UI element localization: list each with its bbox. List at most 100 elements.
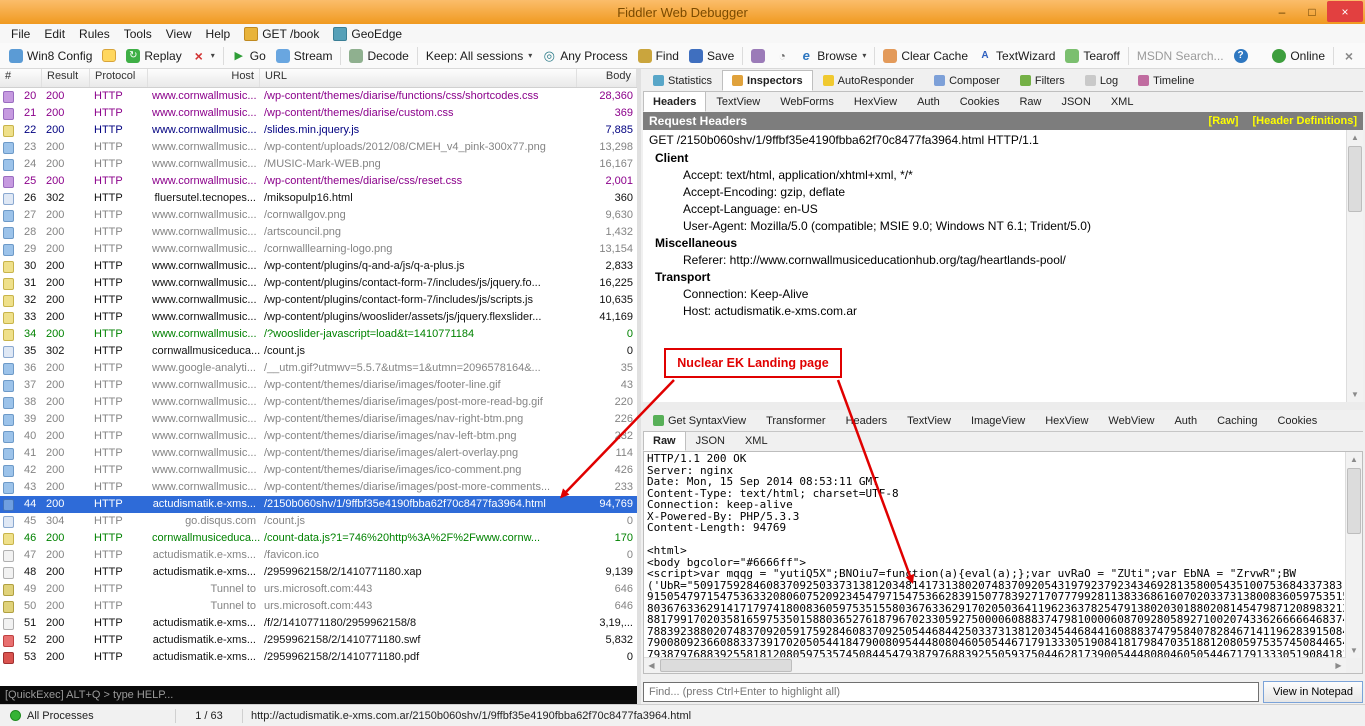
header-section-transport[interactable]: Transport	[647, 269, 1363, 286]
table-row[interactable]: 33200HTTPwww.cornwallmusic.../wp-content…	[0, 309, 637, 326]
tab-statistics[interactable]: Statistics	[643, 70, 722, 91]
scroll-up-icon[interactable]: ▲	[1346, 452, 1362, 467]
tab-autoresponder[interactable]: AutoResponder	[813, 70, 924, 91]
column-header-body[interactable]: Body	[577, 68, 637, 87]
menu-item-file[interactable]: File	[4, 24, 37, 43]
table-row[interactable]: 50200HTTPTunnel tours.microsoft.com:4436…	[0, 598, 637, 615]
table-row[interactable]: 38200HTTPwww.cornwallmusic.../wp-content…	[0, 394, 637, 411]
header-section-client[interactable]: Client	[647, 150, 1363, 167]
response-raw-text[interactable]: HTTP/1.1 200 OK Server: nginx Date: Mon,…	[647, 453, 1344, 657]
request-tab-auth[interactable]: Auth	[907, 91, 950, 112]
close-icon[interactable]: ×	[1327, 1, 1363, 22]
table-row[interactable]: 22200HTTPwww.cornwallmusic.../slides.min…	[0, 122, 637, 139]
column-header-item[interactable]: #	[0, 68, 42, 87]
toolbar-browse-button[interactable]: Browse▾	[794, 47, 871, 65]
comment-icon[interactable]	[97, 47, 121, 64]
request-tab-headers[interactable]: Headers	[643, 91, 706, 112]
tab-filters[interactable]: Filters	[1010, 70, 1075, 91]
menu-item-help[interactable]: Help	[199, 24, 238, 43]
response-tab-auth[interactable]: Auth	[1164, 410, 1207, 431]
column-header-url[interactable]: URL	[260, 68, 577, 87]
header-item[interactable]: User-Agent: Mozilla/5.0 (compatible; MSI…	[647, 218, 1363, 235]
toolbar-win8-config-button[interactable]: Win8 Config	[4, 47, 97, 65]
table-row[interactable]: 53200HTTPactudismatik.e-xms.../295996215…	[0, 649, 637, 666]
response-tab-imageview[interactable]: ImageView	[961, 410, 1035, 431]
clock-icon[interactable]	[770, 47, 794, 65]
menu-item-get-book[interactable]: GET /book	[237, 24, 326, 43]
response-tab-transformer[interactable]: Transformer	[756, 410, 836, 431]
table-row[interactable]: 41200HTTPwww.cornwallmusic.../wp-content…	[0, 445, 637, 462]
scroll-down-icon[interactable]: ▼	[1347, 387, 1363, 402]
toolbar-decode-button[interactable]: Decode	[344, 47, 413, 65]
menu-item-edit[interactable]: Edit	[37, 24, 72, 43]
toolbar-tearoff-button[interactable]: Tearoff	[1060, 47, 1124, 65]
response-tab-get-syntaxview[interactable]: Get SyntaxView	[643, 410, 756, 431]
scroll-thumb[interactable]	[660, 659, 792, 672]
table-row[interactable]: 37200HTTPwww.cornwallmusic.../wp-content…	[0, 377, 637, 394]
response-tab-headers[interactable]: Headers	[836, 410, 898, 431]
raw-link[interactable]: [Raw]	[1209, 115, 1239, 127]
header-definitions-link[interactable]: [Header Definitions]	[1252, 115, 1357, 127]
header-item[interactable]: Accept-Language: en-US	[647, 201, 1363, 218]
table-row[interactable]: 29200HTTPwww.cornwallmusic.../cornwallle…	[0, 241, 637, 258]
request-tab-textview[interactable]: TextView	[706, 91, 770, 112]
response-view-tab-raw[interactable]: Raw	[643, 431, 686, 451]
request-tab-xml[interactable]: XML	[1101, 91, 1144, 112]
table-row[interactable]: 43200HTTPwww.cornwallmusic.../wp-content…	[0, 479, 637, 496]
menu-item-tools[interactable]: Tools	[117, 24, 159, 43]
camera-icon[interactable]	[746, 47, 770, 65]
table-row[interactable]: 32200HTTPwww.cornwallmusic.../wp-content…	[0, 292, 637, 309]
table-row[interactable]: 52200HTTPactudismatik.e-xms.../295996215…	[0, 632, 637, 649]
tab-inspectors[interactable]: Inspectors	[722, 70, 813, 91]
header-item[interactable]: Connection: Keep-Alive	[647, 286, 1363, 303]
column-header-protocol[interactable]: Protocol	[90, 68, 148, 87]
column-header-host[interactable]: Host	[148, 68, 260, 87]
table-row[interactable]: 40200HTTPwww.cornwallmusic.../wp-content…	[0, 428, 637, 445]
response-tab-cookies[interactable]: Cookies	[1267, 410, 1327, 431]
toolbar-go-button[interactable]: Go	[227, 47, 271, 65]
table-row[interactable]: 30200HTTPwww.cornwallmusic.../wp-content…	[0, 258, 637, 275]
table-row[interactable]: 28200HTTPwww.cornwallmusic.../artscounci…	[0, 224, 637, 241]
header-section-miscellaneous[interactable]: Miscellaneous	[647, 235, 1363, 252]
tab-timeline[interactable]: Timeline	[1128, 70, 1204, 91]
table-row[interactable]: 44200HTTPactudismatik.e-xms.../2150b060s…	[0, 496, 637, 513]
tab-log[interactable]: Log	[1075, 70, 1128, 91]
help-icon[interactable]	[1229, 47, 1253, 65]
menu-item-view[interactable]: View	[159, 24, 199, 43]
maximize-icon[interactable]: □	[1297, 1, 1327, 22]
scroll-up-icon[interactable]: ▲	[1347, 130, 1363, 145]
quickexec-input[interactable]: [QuickExec] ALT+Q > type HELP...	[0, 686, 637, 704]
toolbar-online-button[interactable]: Online	[1267, 47, 1330, 65]
request-tab-raw[interactable]: Raw	[1009, 91, 1051, 112]
header-item[interactable]: Referer: http://www.cornwallmusiceducati…	[647, 252, 1363, 269]
request-tab-cookies[interactable]: Cookies	[950, 91, 1010, 112]
table-row[interactable]: 46200HTTPcornwallmusiceduca.../count-dat…	[0, 530, 637, 547]
table-row[interactable]: 48200HTTPactudismatik.e-xms.../295996215…	[0, 564, 637, 581]
table-row[interactable]: 36200HTTPwww.google-analyti.../__utm.gif…	[0, 360, 637, 377]
toolbar-any-process-button[interactable]: Any Process	[537, 47, 632, 65]
toolbar-find-button[interactable]: Find	[633, 47, 684, 65]
menu-item-rules[interactable]: Rules	[72, 24, 117, 43]
delete-x-icon[interactable]: ▾	[187, 47, 220, 65]
table-row[interactable]: 23200HTTPwww.cornwallmusic.../wp-content…	[0, 139, 637, 156]
response-vertical-scrollbar[interactable]: ▲ ▼	[1345, 452, 1362, 658]
request-response-splitter[interactable]	[641, 402, 1365, 410]
header-item[interactable]: Accept: text/html, application/xhtml+xml…	[647, 167, 1363, 184]
toolbar-close-icon[interactable]	[1337, 47, 1361, 65]
response-tab-caching[interactable]: Caching	[1207, 410, 1267, 431]
toolbar-stream-button[interactable]: Stream	[271, 47, 338, 65]
toolbar-textwizard-button[interactable]: TextWizard	[973, 47, 1060, 65]
table-row[interactable]: 42200HTTPwww.cornwallmusic.../wp-content…	[0, 462, 637, 479]
toolbar-replay-button[interactable]: Replay	[121, 47, 186, 65]
menu-item-geoedge[interactable]: GeoEdge	[326, 24, 409, 43]
request-tab-json[interactable]: JSON	[1051, 91, 1100, 112]
column-header-result[interactable]: Result	[42, 68, 90, 87]
response-tab-textview[interactable]: TextView	[897, 410, 961, 431]
request-tab-webforms[interactable]: WebForms	[770, 91, 844, 112]
table-row[interactable]: 39200HTTPwww.cornwallmusic.../wp-content…	[0, 411, 637, 428]
process-filter[interactable]: All Processes	[27, 710, 167, 722]
tab-composer[interactable]: Composer	[924, 70, 1010, 91]
table-row[interactable]: 24200HTTPwww.cornwallmusic.../MUSIC-Mark…	[0, 156, 637, 173]
header-item[interactable]: Host: actudismatik.e-xms.com.ar	[647, 303, 1363, 320]
header-item[interactable]: Accept-Encoding: gzip, deflate	[647, 184, 1363, 201]
